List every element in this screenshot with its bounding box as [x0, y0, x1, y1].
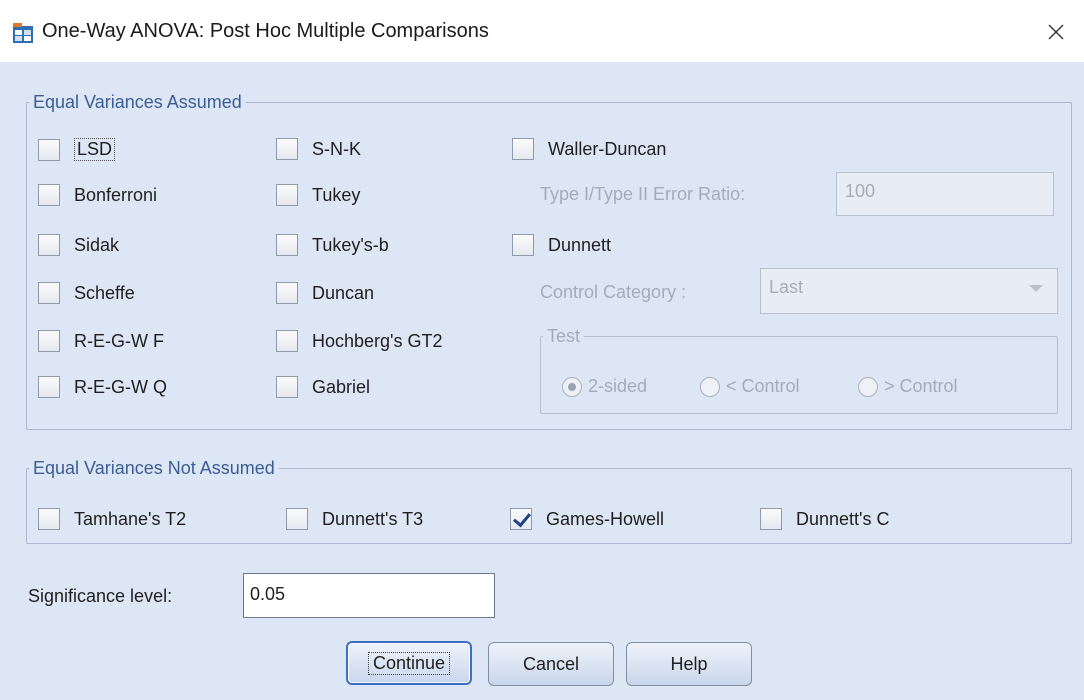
error-ratio-value: 100	[845, 181, 876, 201]
control-category-label: Control Category :	[540, 282, 686, 303]
checkbox-label: Games-Howell	[546, 508, 665, 529]
checkbox-box[interactable]	[38, 376, 60, 398]
checkbox-duncan[interactable]: Duncan	[276, 282, 374, 304]
checkbox-regw-q[interactable]: R-E-G-W Q	[38, 376, 167, 398]
checkbox-box[interactable]	[276, 282, 298, 304]
group-legend: Equal Variances Assumed	[33, 92, 242, 112]
significance-label: Significance level:	[28, 586, 173, 606]
radio-less-control[interactable]: < Control	[700, 376, 800, 397]
help-label: Help	[670, 653, 708, 674]
checkbox-box[interactable]	[38, 234, 60, 256]
checkbox-label: R-E-G-W Q	[74, 376, 167, 397]
checkbox-box[interactable]	[286, 508, 308, 530]
chevron-down-icon	[1029, 285, 1043, 292]
continue-button[interactable]: Continue	[346, 641, 472, 685]
checkbox-box[interactable]	[38, 184, 60, 206]
error-ratio-input[interactable]: 100	[836, 172, 1054, 216]
close-button[interactable]	[1028, 14, 1084, 50]
dialog-window: One-Way ANOVA: Post Hoc Multiple Compari…	[0, 0, 1084, 700]
checkbox-sidak[interactable]: Sidak	[38, 234, 119, 256]
checkbox-gabriel[interactable]: Gabriel	[276, 376, 370, 398]
checkbox-label: Tukey's-b	[312, 234, 389, 255]
checkbox-dunnetts-t3[interactable]: Dunnett's T3	[286, 508, 423, 530]
checkbox-box[interactable]	[276, 330, 298, 352]
checkbox-box[interactable]	[276, 138, 298, 160]
checkbox-box[interactable]	[510, 508, 532, 530]
checkbox-box[interactable]	[512, 234, 534, 256]
close-icon	[1048, 24, 1064, 40]
significance-value: 0.05	[250, 584, 286, 604]
checkbox-tamhanes-t2[interactable]: Tamhane's T2	[38, 508, 186, 530]
radio-2-sided[interactable]: 2-sided	[562, 376, 647, 397]
checkbox-dunnetts-c[interactable]: Dunnett's C	[760, 508, 889, 530]
checkbox-box[interactable]	[38, 138, 60, 161]
radio-circle[interactable]	[562, 376, 582, 397]
checkbox-label: Waller-Duncan	[548, 138, 667, 159]
checkbox-label: Dunnett	[548, 234, 612, 255]
radio-label: > Control	[884, 376, 958, 396]
control-category-text: Control Category :	[540, 282, 687, 302]
checkbox-label: Tukey	[312, 184, 361, 205]
checkbox-label: S-N-K	[312, 138, 361, 159]
checkbox-tukey[interactable]: Tukey	[276, 184, 360, 206]
checkbox-label: Scheffe	[74, 282, 135, 303]
window-title: One-Way ANOVA: Post Hoc Multiple Compari…	[42, 20, 489, 42]
equal-variances-not-assumed-group: Equal Variances Not Assumed	[26, 458, 1072, 544]
radio-greater-control[interactable]: > Control	[858, 376, 958, 397]
control-category-value: Last	[769, 277, 804, 297]
dialog-body: Equal Variances Assumed LSD Bonferroni S…	[0, 62, 1084, 700]
cancel-button[interactable]: Cancel	[488, 642, 614, 686]
checkbox-tukeys-b[interactable]: Tukey's-b	[276, 234, 389, 256]
checkbox-snk[interactable]: S-N-K	[276, 138, 361, 160]
checkbox-label: Gabriel	[312, 376, 371, 397]
checkbox-hochberg-gt2[interactable]: Hochberg's GT2	[276, 330, 443, 352]
title-bar: One-Way ANOVA: Post Hoc Multiple Compari…	[0, 0, 1084, 62]
continue-label: Continue	[367, 651, 451, 675]
checkbox-bonferroni[interactable]: Bonferroni	[38, 184, 157, 206]
test-legend: Test	[547, 326, 581, 346]
checkbox-label: Bonferroni	[74, 184, 158, 205]
group-legend: Equal Variances Not Assumed	[33, 458, 275, 478]
checkbox-regw-f[interactable]: R-E-G-W F	[38, 330, 164, 352]
checkbox-label: Dunnett's C	[796, 508, 890, 529]
checkbox-box[interactable]	[276, 184, 298, 206]
help-button[interactable]: Help	[626, 642, 752, 686]
checkbox-box[interactable]	[38, 282, 60, 304]
checkbox-label: Sidak	[74, 234, 120, 255]
checkbox-lsd[interactable]: LSD	[38, 138, 116, 161]
checkbox-box[interactable]	[38, 330, 60, 352]
checkbox-label: Duncan	[312, 282, 375, 303]
radio-circle[interactable]	[700, 376, 720, 397]
control-category-select[interactable]: Last	[760, 268, 1058, 314]
spss-app-icon	[13, 23, 33, 43]
checkbox-box[interactable]	[276, 376, 298, 398]
error-ratio-label: Type I/Type II Error Ratio:	[540, 184, 745, 205]
checkbox-box[interactable]	[38, 508, 60, 530]
checkbox-scheffe[interactable]: Scheffe	[38, 282, 135, 304]
significance-input[interactable]: 0.05	[243, 573, 495, 618]
cancel-label: Cancel	[522, 653, 580, 674]
radio-label: 2-sided	[588, 376, 648, 396]
checkbox-games-howell[interactable]: Games-Howell	[510, 508, 664, 530]
checkbox-label: Tamhane's T2	[74, 508, 187, 529]
checkbox-box[interactable]	[512, 138, 534, 160]
radio-label: < Control	[726, 376, 800, 396]
checkbox-label: LSD	[74, 138, 116, 161]
checkbox-box[interactable]	[760, 508, 782, 530]
checkbox-dunnett[interactable]: Dunnett	[512, 234, 611, 256]
checkbox-waller-duncan[interactable]: Waller-Duncan	[512, 138, 666, 160]
test-group: Test	[540, 326, 1058, 414]
error-ratio-text: Type I/Type II Error Ratio:	[540, 184, 746, 204]
checkbox-box[interactable]	[276, 234, 298, 256]
radio-circle[interactable]	[858, 376, 878, 397]
checkbox-label: R-E-G-W F	[74, 330, 164, 351]
checkbox-label: Hochberg's GT2	[312, 330, 443, 351]
checkbox-label: Dunnett's T3	[322, 508, 424, 529]
